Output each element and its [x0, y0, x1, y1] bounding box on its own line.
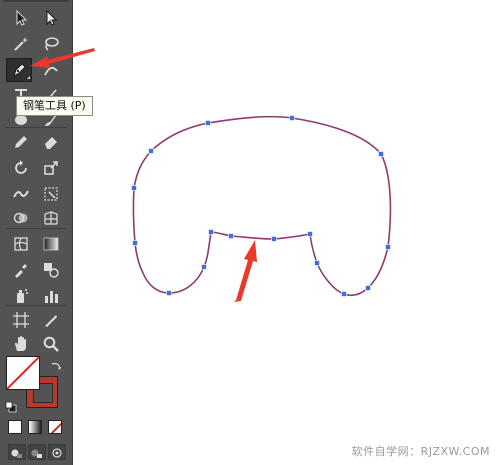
zoom-icon	[43, 336, 59, 352]
width-tool[interactable]	[8, 182, 34, 206]
pencil-tool[interactable]	[8, 130, 34, 154]
anchor-point[interactable]	[385, 244, 391, 250]
pencil-icon	[15, 136, 27, 148]
anchor-point[interactable]	[228, 233, 234, 239]
scale-tool[interactable]	[38, 156, 64, 180]
rotate-icon	[15, 160, 27, 174]
red-arrow-annotation	[234, 240, 257, 302]
tool-divider	[6, 127, 66, 128]
anchor-point[interactable]	[148, 148, 154, 154]
gradient-button[interactable]	[28, 420, 42, 434]
anchor-point[interactable]	[166, 290, 172, 296]
anchor-point[interactable]	[131, 185, 137, 191]
rotate-tool[interactable]	[8, 156, 34, 180]
hand-tool[interactable]	[8, 332, 34, 356]
free-transform-tool[interactable]	[38, 182, 64, 206]
anchor-point[interactable]	[307, 231, 313, 237]
anchor-point[interactable]	[208, 229, 214, 235]
bar-graph-icon	[45, 291, 58, 303]
direct-selection-tool[interactable]	[38, 6, 64, 30]
white-arrow-icon	[46, 9, 58, 26]
zoom-tool[interactable]	[38, 332, 64, 356]
tool-divider	[6, 228, 66, 229]
draw-inside-button[interactable]	[48, 444, 66, 460]
watermark: 软件自学网：RJZXW.COM	[351, 445, 490, 458]
anchor-point[interactable]	[314, 260, 320, 266]
mesh-tool[interactable]	[8, 232, 34, 256]
hand-icon	[15, 336, 26, 351]
tool-divider	[6, 305, 66, 306]
symbol-sprayer-icon	[17, 289, 28, 303]
shape-builder-tool[interactable]	[8, 206, 34, 230]
pen-path[interactable]	[132, 115, 392, 297]
artboard-canvas[interactable]	[73, 0, 498, 465]
color-mode-buttons	[6, 418, 66, 436]
anchor-point[interactable]	[378, 151, 384, 157]
panel-grip[interactable]	[3, 0, 69, 2]
anchor-point[interactable]	[341, 291, 347, 297]
selection-tool[interactable]	[8, 6, 34, 30]
gradient-icon	[43, 237, 59, 251]
color-button[interactable]	[8, 420, 22, 434]
swap-fill-stroke-icon[interactable]	[50, 357, 62, 370]
shape-builder-icon	[13, 212, 28, 224]
anchor-point[interactable]	[205, 120, 211, 126]
artboard-tool[interactable]	[8, 308, 34, 332]
mesh-icon	[14, 237, 28, 251]
width-icon	[13, 190, 29, 198]
toolbar-red-arrow	[30, 48, 95, 68]
eraser-icon	[45, 137, 57, 149]
fill-swatch[interactable]	[6, 356, 40, 390]
free-transform-icon	[44, 187, 58, 201]
eraser-tool[interactable]	[38, 130, 64, 154]
anchor-point[interactable]	[365, 285, 371, 291]
perspective-grid-tool[interactable]	[38, 206, 64, 230]
none-fill-icon	[7, 357, 39, 389]
arrow-icon	[16, 9, 28, 26]
slice-icon	[45, 315, 57, 327]
anchor-points	[131, 115, 391, 297]
scale-icon	[44, 161, 58, 175]
slice-tool[interactable]	[38, 308, 64, 332]
anchor-point[interactable]	[271, 236, 277, 242]
anchor-point[interactable]	[132, 240, 138, 246]
draw-normal-button[interactable]	[8, 444, 26, 460]
blend-tool[interactable]	[38, 258, 64, 282]
drawing-mode-buttons	[6, 442, 68, 460]
none-button[interactable]	[48, 420, 62, 434]
artboard-icon	[13, 312, 29, 328]
anchor-point[interactable]	[289, 115, 295, 121]
draw-behind-button[interactable]	[28, 444, 46, 460]
gradient-tool[interactable]	[38, 232, 64, 256]
flyout-indicator	[27, 76, 30, 79]
anchor-point[interactable]	[201, 264, 207, 270]
eyedropper-icon	[15, 264, 27, 278]
perspective-grid-icon	[44, 211, 58, 225]
blend-icon	[44, 263, 59, 278]
pen-icon	[13, 63, 26, 77]
eyedropper-tool[interactable]	[8, 258, 34, 282]
default-fill-stroke-icon[interactable]	[5, 398, 17, 413]
